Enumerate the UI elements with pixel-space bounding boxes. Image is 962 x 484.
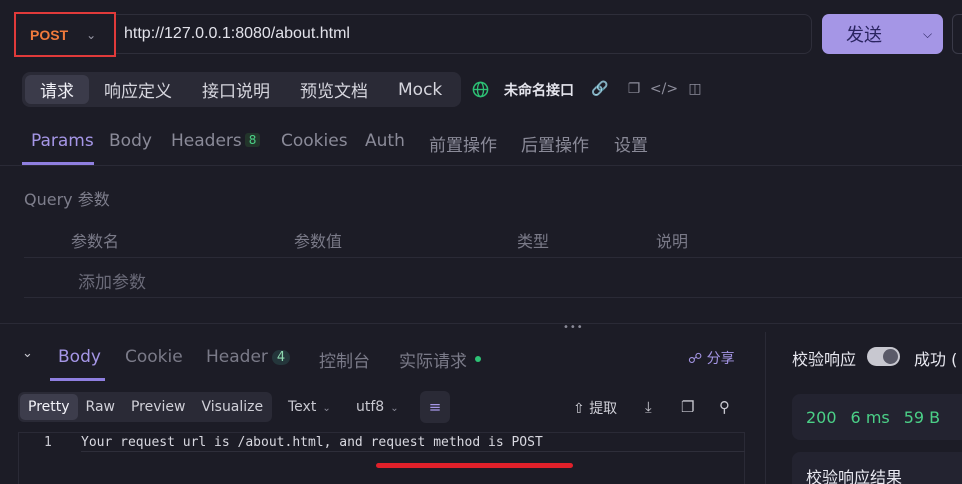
content-type-value: Text [288, 399, 317, 415]
header-count-badge: 4 [271, 350, 291, 365]
share-button[interactable]: ☍ 分享 [688, 348, 735, 368]
headers-count-badge: 8 [244, 133, 261, 147]
send-label: 发送 [846, 25, 882, 46]
query-params-title: Query 参数 [24, 190, 110, 209]
more-button[interactable] [952, 14, 962, 54]
copy-icon[interactable]: ❐ [681, 398, 694, 416]
line-number: 1 [44, 435, 52, 450]
validation-result-card: 校验响应结果 [792, 452, 962, 484]
method-label: POST [30, 26, 69, 43]
validate-response-label: 校验响应 [792, 350, 857, 369]
active-tab-underline [50, 378, 105, 381]
chevron-down-icon: ⌄ [322, 403, 331, 414]
table-header-row: 参数名 参数值 类型 说明 [24, 218, 962, 258]
table-row [24, 258, 962, 298]
response-stats: 200 6 ms 59 B [792, 394, 962, 440]
chevron-down-icon: ⌄ [86, 27, 97, 42]
tab-response-definition[interactable]: 响应定义 [89, 75, 187, 104]
tab-headers[interactable]: Headers 8 [171, 131, 261, 151]
format-raw[interactable]: Raw [78, 394, 123, 420]
tab-auth[interactable]: Auth [365, 131, 405, 151]
column-header: 参数值 [294, 232, 343, 251]
validation-result-title: 校验响应结果 [806, 468, 903, 484]
code-icon[interactable]: </> [650, 80, 678, 98]
encoding-value: utf8 [356, 399, 385, 415]
globe-icon[interactable] [472, 81, 489, 98]
tab-interface-docs[interactable]: 接口说明 [187, 75, 285, 104]
resp-tab-header-label: Header [206, 347, 268, 367]
validate-toggle[interactable] [867, 347, 900, 366]
content-type-select[interactable]: Text ⌄ [288, 399, 331, 415]
response-time: 6 ms [850, 407, 890, 427]
resp-tab-body[interactable]: Body [58, 347, 101, 367]
tab-params[interactable]: Params [31, 131, 94, 151]
tab-request[interactable]: 请求 [25, 75, 89, 104]
extract-button[interactable]: ⇧ 提取 [573, 398, 617, 418]
word-wrap-icon[interactable]: ≡ [420, 391, 450, 423]
format-pretty[interactable]: Pretty [20, 394, 78, 420]
chevron-down-icon: ⌄ [390, 403, 399, 414]
tab-headers-label: Headers [171, 131, 242, 151]
column-header: 参数名 [71, 232, 120, 251]
status-dot [475, 356, 481, 362]
extract-icon: ⇧ [573, 401, 585, 417]
current-line-highlight [81, 451, 745, 452]
status-code: 200 [806, 407, 837, 427]
panel-icon[interactable]: ◫ [686, 80, 704, 98]
drag-handle-icon[interactable]: ••• [563, 323, 583, 333]
chevron-down-icon[interactable]: ⌵ [912, 27, 943, 42]
active-tab-underline [22, 162, 94, 165]
copy-icon[interactable]: ❐ [625, 80, 643, 98]
response-body-text: Your request url is /about.html, and req… [81, 435, 543, 450]
tab-preview-docs[interactable]: 预览文档 [285, 75, 383, 104]
share-label: 分享 [706, 351, 735, 367]
resp-tab-actual-request[interactable]: 实际请求 [399, 347, 481, 372]
format-tabs: Pretty Raw Preview Visualize [18, 392, 272, 422]
download-icon[interactable]: ⤓ [645, 398, 652, 416]
tab-cookies[interactable]: Cookies [281, 131, 348, 151]
panel-splitter[interactable] [0, 323, 962, 331]
url-input[interactable]: http://127.0.0.1:8080/about.html [116, 14, 812, 54]
chevron-down-icon[interactable]: ⌄ [22, 346, 33, 361]
validation-status: 成功 ( [914, 350, 958, 369]
resp-tab-header[interactable]: Header 4 [206, 347, 291, 367]
resp-tab-actual-label: 实际请求 [399, 352, 467, 372]
interface-name[interactable]: 未命名接口 [504, 80, 574, 100]
send-button[interactable]: 发送 ⌵ [822, 14, 943, 54]
format-preview[interactable]: Preview [123, 394, 194, 420]
resp-tab-console[interactable]: 控制台 [319, 347, 370, 372]
annotation-underline [376, 463, 573, 468]
search-icon[interactable]: ⚲ [719, 398, 730, 416]
tab-post-operations[interactable]: 后置操作 [521, 131, 589, 156]
query-params-table: 参数名 参数值 类型 说明 添加参数 [24, 218, 962, 299]
tab-settings[interactable]: 设置 [614, 131, 648, 156]
url-text: http://127.0.0.1:8080/about.html [124, 25, 350, 42]
link-icon[interactable]: 🔗 [591, 80, 609, 98]
toggle-knob [883, 349, 898, 364]
resp-tab-cookie[interactable]: Cookie [125, 347, 183, 367]
column-header: 类型 [517, 232, 550, 251]
encoding-select[interactable]: utf8 ⌄ [356, 399, 399, 415]
method-selector[interactable]: POST ⌄ [14, 12, 116, 57]
response-size: 59 B [903, 407, 941, 427]
tab-body[interactable]: Body [109, 131, 152, 151]
column-header: 说明 [656, 232, 689, 251]
tab-mock[interactable]: Mock [383, 75, 457, 104]
request-tabs: 请求 响应定义 接口说明 预览文档 Mock [22, 72, 461, 107]
tab-pre-operations[interactable]: 前置操作 [429, 131, 497, 156]
add-param-input[interactable]: 添加参数 [78, 268, 146, 293]
extract-label: 提取 [589, 401, 618, 417]
share-icon: ☍ [688, 351, 703, 367]
format-visualize[interactable]: Visualize [193, 394, 271, 420]
